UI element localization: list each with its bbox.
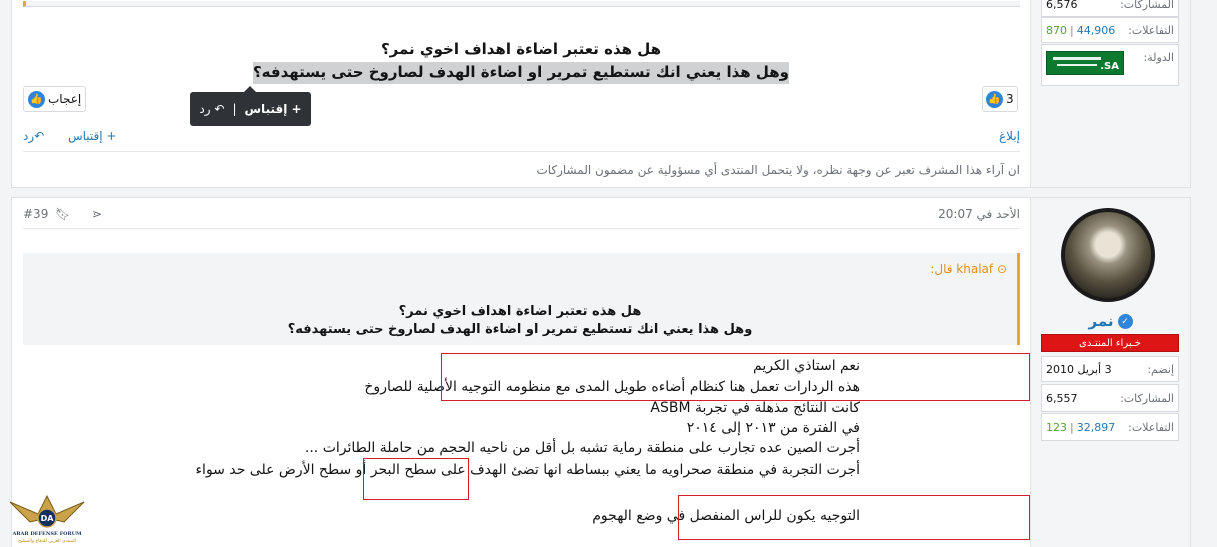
reaction-summary[interactable]: 👍 3 (982, 86, 1018, 112)
tooltip-separator: | (232, 102, 237, 116)
eagle-emblem-icon: DA ARAB DEFENSE FORUM المنتدى العربي للد… (9, 494, 85, 544)
logo-title: ARAB DEFENSE FORUM (11, 531, 82, 537)
body-line-6: أجرت التجربة في منطقة صحراويه ما يعني بب… (195, 462, 860, 478)
quote-tail (23, 1, 1020, 7)
arrow-up-icon: ⊙ (996, 262, 1007, 276)
thumbs-up-icon: 👍 (986, 90, 1003, 108)
verified-icon: ✓ (1117, 314, 1133, 329)
quote-line-2: وهل هذا يعني انك تستطيع تمرير او اضاءة ا… (287, 322, 753, 337)
saudi-flag-icon: SA. (1046, 51, 1124, 75)
reply-label: رد (23, 129, 35, 143)
signature-disclaimer: ان آراء هذا المشرف تعبر عن وجهة نظره، ول… (536, 163, 1020, 177)
highlight-box-3 (678, 495, 1030, 540)
reactions-score: 870 (1046, 23, 1067, 37)
flag-label: SA. (1100, 61, 1119, 72)
highlight-box-1 (441, 353, 1030, 401)
quote-block: ⊙ khalaf قال: هل هذه تعتبر اضاءة اهداف ا… (23, 253, 1020, 345)
like-label: إعجاب (48, 92, 82, 106)
post-1-message: هل هذه تعتبر اضاءة اهداف اخوي نمر؟ وهل ه… (12, 0, 1030, 187)
reactions-score: 123 (1046, 420, 1067, 434)
post-1: المشاركات: 6,576 التفاعلات: 44,906|870 ا… (11, 0, 1191, 188)
post-1-line-1: هل هذه تعتبر اضاءة اهداف اخوي نمر؟ (380, 40, 662, 58)
share-icon[interactable]: ⋖ (92, 207, 102, 221)
report-link[interactable]: إبلاغ (999, 129, 1020, 143)
signature-divider (23, 151, 1020, 152)
quote-body: هل هذه تعتبر اضاءة اهداف اخوي نمر؟ وهل ه… (23, 303, 1017, 339)
quote-author-label: khalaf قال: (930, 262, 994, 276)
user-sidebar: المشاركات: 6,576 التفاعلات: 44,906|870 ا… (1030, 0, 1190, 187)
body-line-3: كانت النتائج مذهلة في تجربة ASBM (650, 400, 860, 416)
posts-stat: المشاركات: 6,576 (1041, 0, 1179, 17)
reactions-value: 44,906 (1076, 23, 1116, 37)
body-line-4: في الفترة من ٢٠١٣ إلى ٢٠١٤ (686, 420, 860, 436)
posts-stat: المشاركات: 6,557 (1041, 384, 1179, 412)
post-date[interactable]: الأحد في 20:07 (938, 207, 1020, 221)
posts-value: 6,557 (1046, 391, 1078, 405)
reply-link[interactable]: ↶رد (23, 129, 44, 143)
post-1-line-2-selected: وهل هذا يعني انك تستطيع تمرير او اضاءة ا… (252, 62, 790, 84)
body-line-5: أجرت الصين عده تجارب على منطقة رماية تشب… (304, 440, 860, 456)
joined-stat: إنضم: 3 أبريل 2010 (1041, 356, 1179, 382)
reaction-count: 3 (1006, 92, 1014, 106)
reply-icon: ↶ (214, 102, 225, 116)
posts-label: المشاركات: (1120, 0, 1174, 11)
logo-subtitle: المنتدى العربي للدفاع والتسليح (18, 539, 76, 544)
quote-author[interactable]: ⊙ khalaf قال: (930, 262, 1007, 276)
avatar[interactable] (1061, 208, 1155, 302)
reactions-stat: التفاعلات: 44,906|870 (1041, 17, 1179, 43)
bookmark-icon[interactable]: 🔖︎ (55, 207, 70, 221)
like-button[interactable]: 👍 إعجاب (23, 86, 87, 112)
tooltip-reply-button[interactable]: ↶ رد (199, 102, 224, 116)
post-2-message: الأحد في 20:07 ⋖ 🔖︎ #39 ⊙ khalaf قال: هل… (12, 198, 1030, 547)
username[interactable]: ✓نمر (1031, 312, 1190, 330)
user-rank-badge: خـبراء المنتـدى (1041, 334, 1179, 352)
joined-label: إنضم: (1147, 362, 1174, 376)
selection-tooltip: + إقتباس | ↶ رد (190, 86, 311, 126)
highlight-box-2 (363, 458, 469, 500)
thumbs-up-icon: 👍 (28, 90, 45, 108)
posts-label: المشاركات: (1120, 391, 1174, 405)
quote-line-1: هل هذه تعتبر اضاءة اهداف اخوي نمر؟ (398, 304, 642, 319)
country-label: الدولة: (1143, 51, 1174, 64)
posts-value: 6,576 (1046, 0, 1078, 11)
post-number[interactable]: #39 (23, 207, 48, 221)
logo-mark: DA (41, 514, 55, 523)
header-divider (23, 228, 1020, 229)
forum-logo: DA ARAB DEFENSE FORUM المنتدى العربي للد… (8, 488, 86, 544)
reply-icon: ↶ (34, 129, 45, 143)
reactions-value: 32,897 (1076, 420, 1116, 434)
tooltip-reply-label: رد (199, 102, 211, 116)
reactions-label: التفاعلات: (1128, 23, 1174, 37)
user-sidebar: ✓نمر خـبراء المنتـدى إنضم: 3 أبريل 2010 … (1030, 198, 1190, 547)
joined-value: 3 أبريل 2010 (1046, 362, 1112, 376)
multiquote-link[interactable]: + إقتباس (68, 129, 117, 143)
username-label: نمر (1088, 312, 1114, 330)
post-2: ✓نمر خـبراء المنتـدى إنضم: 3 أبريل 2010 … (11, 197, 1191, 547)
country-stat: الدولة: SA. (1041, 44, 1179, 86)
tooltip-quote-button[interactable]: + إقتباس (245, 102, 302, 116)
reactions-label: التفاعلات: (1128, 420, 1174, 434)
reactions-stat: التفاعلات: 32,897|123 (1041, 413, 1179, 441)
